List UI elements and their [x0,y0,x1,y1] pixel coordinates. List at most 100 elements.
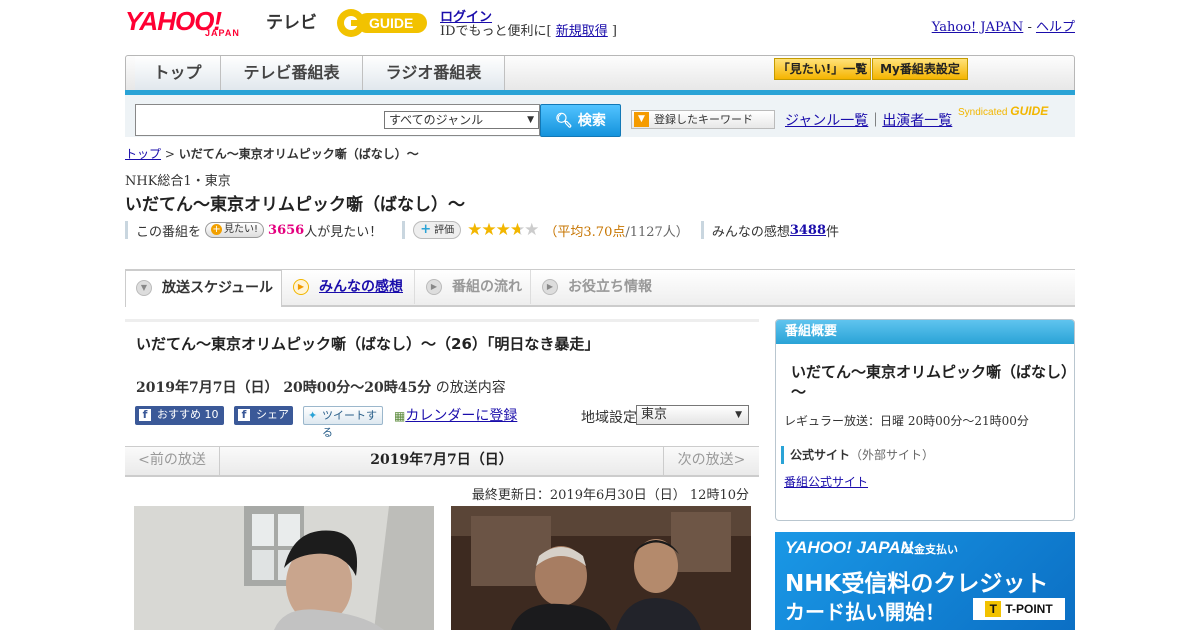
facebook-share-label: シェア [256,408,289,421]
yahoo-japan-sublogo: JAPAN [205,28,240,38]
tweet-button[interactable]: ✦ ツイートする [303,406,383,439]
breadcrumb-top-link[interactable]: トップ [125,147,161,161]
facebook-icon: f [139,409,151,421]
episode-photo [451,506,751,630]
facebook-share-button[interactable]: f シェア [234,406,293,425]
play-arrow-icon: ▶ [293,279,309,295]
star-icon: ★ [467,220,482,240]
official-site-label: 公式サイト（外部サイト） [781,446,934,464]
calendar-icon: ▦ [394,409,406,423]
prev-broadcast-link[interactable]: <前の放送 [125,446,220,475]
header-links: Yahoo! JAPAN - ヘルプ [932,16,1075,35]
rating-average: （平均3.70点 [544,224,626,240]
syndicated-gguide-logo: Syndicated GUIDE [958,104,1048,118]
program-summary-title: いだてん～東京オリムピック噺（ばなし）～ [791,363,1069,401]
dropdown-triangle-icon: ▼ [634,112,649,127]
ad-yahoo-logo: YAHOO! JAPAN [785,538,913,557]
want-button[interactable]: + 見たい! [205,222,265,238]
tab-label: 放送スケジュール [162,280,274,296]
impressions-count-link[interactable]: 3488 [790,223,826,238]
tab-label: 番組の流れ [452,279,522,295]
play-arrow-icon: ▶ [542,279,558,295]
genre-select[interactable]: すべてのジャンル ▼ [384,111,539,129]
star-icon: ★ [495,220,511,240]
calendar-register[interactable]: ▦カレンダーに登録 [394,405,517,425]
signup-link[interactable]: 新規取得 [556,24,608,39]
search-icon: 🔍︎ [555,113,573,129]
header-links-separator: - [1023,20,1036,35]
twitter-bird-icon: ✦ [308,409,318,422]
login-sub-suffix: ] [607,24,617,39]
search-links-divider: ｜ [868,113,883,129]
syndicated-gguide-text: GUIDE [1010,104,1049,118]
channel-name: NHK総合1・東京 [125,174,231,189]
program-tabs: ▼ 放送スケジュール ▶ みんなの感想 ▶ 番組の流れ ▶ お役立ち情報 [125,269,1075,307]
rate-button-label: 評価 [434,225,455,236]
calendar-register-link[interactable]: カレンダーに登録 [405,408,517,424]
episode-photo-image [134,506,434,630]
facebook-recommend-button[interactable]: f おすすめ 10 [135,406,224,425]
tpoint-badge: T T-POINT [973,598,1065,620]
official-site-note: （外部サイト） [850,448,935,462]
area-select-value: 東京 [641,407,668,422]
registered-keyword-label: 登録したキーワード [654,113,753,126]
plus-icon: + [420,222,432,237]
help-link[interactable]: ヘルプ [1036,20,1075,35]
regular-broadcast: レギュラー放送：日曜 20時00分～21時00分 [784,414,1029,428]
tab-impressions[interactable]: ▶ みんなの感想 [283,270,415,304]
genre-select-value: すべてのジャンル [389,113,484,127]
star-half-icon: ★ [509,220,525,240]
tab-broadcast-schedule[interactable]: ▼ 放送スケジュール [125,270,282,307]
nav-tab-radio-schedule[interactable]: ラジオ番組表 [363,56,505,92]
tab-label: お役立ち情報 [568,279,652,295]
tab-program-flow[interactable]: ▶ 番組の流れ [416,270,531,304]
program-stats-row: この番組を + 見たい! 3656 人が見たい！ + 評価 ★★★★★ （平均3.7… [125,220,839,240]
breadcrumb-current: いだてん～東京オリムピック噺（ばなし）～ [178,147,419,161]
episode-title: いだてん～東京オリムピック噺（ばなし）～（26）「明日なき暴走」 [136,335,600,353]
ad-headline-2: カード払い開始！ [785,600,945,624]
want-button-label: 見たい! [224,224,259,235]
episode-photo [134,506,434,630]
next-broadcast-link[interactable]: 次の放送> [663,446,759,475]
episode-photo-image [451,506,751,630]
genre-list-link[interactable]: ジャンル一覧 [785,113,868,129]
chevron-down-icon: ▼ [527,115,534,125]
want-count: 3656 [268,222,305,238]
search-button[interactable]: 🔍︎ 検索 [540,104,621,137]
last-updated: 最終更新日：2019年6月30日（日） 12時10分 [471,488,749,503]
breadcrumb-sep: > [161,147,179,161]
facebook-recommend-count: 10 [204,408,219,421]
star-rating: ★★★★★ [467,220,539,240]
want-prefix: この番組を [136,224,202,240]
login-subtext: IDでもっと便利に[ 新規取得 ] [440,20,617,39]
plus-icon: + [211,224,223,235]
nav-tab-top[interactable]: トップ [135,56,221,92]
current-broadcast-date: 2019年7月7日（日） [370,452,513,468]
breadcrumb: トップ > いだてん～東京オリムピック噺（ばなし）～ [125,145,419,162]
official-site-link[interactable]: 番組公式サイト [784,473,868,490]
episode-date-time: 2019年7月7日（日） 20時00分～20時45分 [136,380,432,396]
tweet-label: ツイートする [322,409,377,439]
nhk-payment-ad-banner[interactable]: YAHOO! JAPAN 公金支払い NHK受信料のクレジット カード払い開始！… [775,532,1075,630]
tab-useful-info[interactable]: ▶ お役立ち情報 [532,270,662,304]
want-list-button[interactable]: 「見たい!」一覧 [774,58,871,80]
registered-keyword-button[interactable]: ▼ 登録したキーワード [631,110,775,129]
facebook-recommend-label: おすすめ [157,408,201,421]
facebook-icon: f [238,409,250,421]
star-empty-icon: ★ [524,220,539,240]
search-links: ジャンル一覧｜出演者一覧 [785,110,952,130]
program-summary-heading: 番組概要 [776,320,1074,344]
service-name[interactable]: テレビ [266,8,317,33]
star-icon: ★ [481,220,496,240]
gguide-logo-text: GUIDE [369,15,413,31]
impressions-prefix: みんなの感想 [711,224,790,240]
search-button-label: 検索 [577,113,606,129]
area-select[interactable]: 東京 ▼ [636,405,749,425]
cast-list-link[interactable]: 出演者一覧 [882,113,952,129]
nav-tab-tv-schedule[interactable]: テレビ番組表 [221,56,363,92]
impressions-suffix: 件 [826,224,840,240]
divider [125,221,128,239]
yahoo-japan-link[interactable]: Yahoo! JAPAN [932,20,1024,35]
my-schedule-button[interactable]: My番組表設定 [872,58,968,80]
rate-button[interactable]: + 評価 [413,221,462,239]
